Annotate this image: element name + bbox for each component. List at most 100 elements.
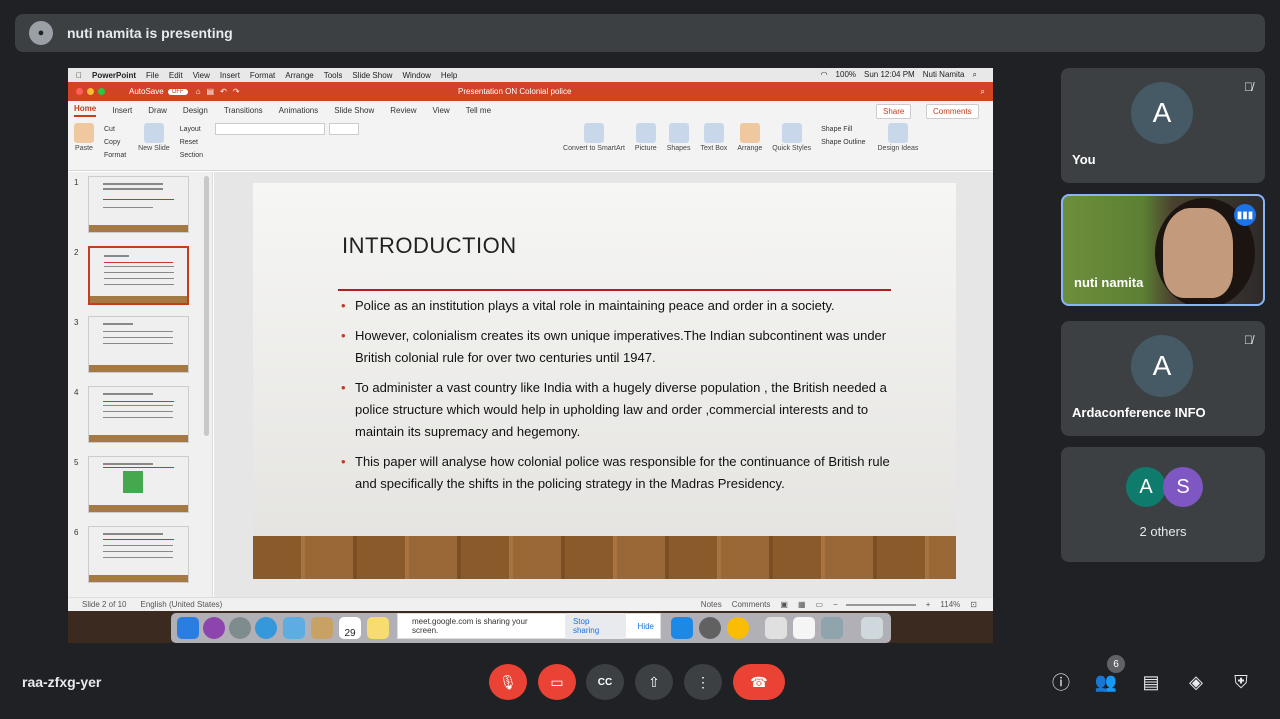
reading-view-icon[interactable]: ▭: [816, 600, 824, 609]
more-options-button[interactable]: ⋮: [684, 664, 722, 700]
home-icon[interactable]: ⌂: [196, 87, 201, 96]
hide-share-bar-button[interactable]: Hide: [632, 618, 660, 635]
slide-bullets[interactable]: Police as an institution plays a vital r…: [341, 295, 896, 503]
cut-button[interactable]: Cut: [104, 123, 126, 136]
camera-toggle-button[interactable]: ▭: [538, 664, 576, 700]
menu-tools[interactable]: Tools: [324, 71, 343, 80]
tab-transitions[interactable]: Transitions: [224, 106, 263, 115]
stop-sharing-button[interactable]: Stop sharing: [564, 613, 626, 639]
slide-thumbnail-2[interactable]: [88, 246, 189, 305]
share-button[interactable]: Share: [876, 104, 912, 119]
close-window-icon[interactable]: [76, 88, 83, 95]
participant-tile-others[interactable]: A S 2 others: [1061, 447, 1265, 562]
thumbnail-scrollbar[interactable]: [204, 176, 209, 436]
meeting-info-icon[interactable]: ⓘ: [1049, 670, 1073, 694]
participant-tile-you[interactable]: A 🎙̸ You: [1061, 68, 1265, 183]
menu-insert[interactable]: Insert: [220, 71, 240, 80]
normal-view-icon[interactable]: ▣: [780, 600, 788, 609]
slide-thumbnail-4[interactable]: [88, 386, 189, 443]
shape-outline-button[interactable]: Shape Outline: [821, 136, 865, 149]
design-ideas-button[interactable]: Design Ideas: [878, 123, 918, 152]
current-slide[interactable]: INTRODUCTION Police as an institution pl…: [253, 183, 956, 579]
siri-icon[interactable]: [203, 617, 225, 639]
menu-help[interactable]: Help: [441, 71, 457, 80]
finder-icon[interactable]: [177, 617, 199, 639]
comments-status-button[interactable]: Comments: [732, 600, 771, 609]
slide-thumbnail-5[interactable]: [88, 456, 189, 513]
search-icon[interactable]: ⌕: [981, 87, 985, 97]
shapes-button[interactable]: Shapes: [667, 123, 690, 152]
undo-icon[interactable]: ↶: [220, 87, 227, 96]
redo-icon[interactable]: ↷: [233, 87, 240, 96]
participant-tile-arda[interactable]: A 🎙̸ Ardaconference INFO: [1061, 321, 1265, 436]
contacts-icon[interactable]: [311, 617, 333, 639]
mic-toggle-button[interactable]: 🎙: [489, 664, 527, 700]
spotlight-icon[interactable]: ⌕: [973, 70, 977, 80]
autosave-toggle[interactable]: OFF: [167, 88, 188, 95]
user-name[interactable]: Nuti Namita: [923, 70, 965, 80]
menu-window[interactable]: Window: [402, 71, 430, 80]
notes-app-icon[interactable]: [367, 617, 389, 639]
format-painter-button[interactable]: Format: [104, 149, 126, 162]
text-box-button[interactable]: Text Box: [700, 123, 727, 152]
tab-animations[interactable]: Animations: [279, 106, 319, 115]
font-family-select[interactable]: [215, 123, 326, 135]
calendar-icon[interactable]: 29: [339, 617, 361, 639]
apple-icon[interactable]: : [76, 71, 82, 80]
arrange-button[interactable]: Arrange: [737, 123, 762, 152]
wifi-icon[interactable]: ◠: [821, 70, 828, 80]
menu-edit[interactable]: Edit: [169, 71, 183, 80]
activities-icon[interactable]: ◈: [1184, 670, 1208, 694]
tab-review[interactable]: Review: [390, 106, 416, 115]
sorter-view-icon[interactable]: ▦: [798, 600, 806, 609]
pages-icon[interactable]: [793, 617, 815, 639]
menu-view[interactable]: View: [193, 71, 210, 80]
menu-app-name[interactable]: PowerPoint: [92, 71, 136, 80]
zoom-slider[interactable]: [845, 603, 916, 606]
copy-button[interactable]: Copy: [104, 136, 126, 149]
picture-button[interactable]: Picture: [635, 123, 657, 152]
tab-home[interactable]: Home: [74, 104, 97, 117]
tab-design[interactable]: Design: [183, 106, 208, 115]
zoom-window-icon[interactable]: [98, 88, 105, 95]
tab-insert[interactable]: Insert: [112, 106, 132, 115]
slide-title[interactable]: INTRODUCTION: [342, 233, 517, 259]
chrome-icon[interactable]: [727, 617, 749, 639]
people-icon[interactable]: 👥: [1094, 670, 1118, 694]
slide-thumbnail-1[interactable]: [88, 176, 189, 233]
mail-icon[interactable]: [283, 617, 305, 639]
shape-fill-button[interactable]: Shape Fill: [821, 123, 865, 136]
trash-icon[interactable]: [861, 617, 883, 639]
present-button[interactable]: ⇧: [635, 664, 673, 700]
launchpad-icon[interactable]: [229, 617, 251, 639]
leave-call-button[interactable]: ☎: [733, 664, 785, 700]
clock[interactable]: Sun 12:04 PM: [864, 70, 915, 80]
minimize-window-icon[interactable]: [87, 88, 94, 95]
language-indicator[interactable]: English (United States): [140, 600, 222, 609]
zoom-in-icon[interactable]: +: [926, 600, 931, 609]
paste-button[interactable]: Paste: [74, 123, 94, 152]
app-store-icon[interactable]: [671, 617, 693, 639]
notes-button[interactable]: Notes: [701, 600, 722, 609]
convert-smartart-button[interactable]: Convert to SmartArt: [563, 123, 625, 152]
section-button[interactable]: Section: [180, 149, 203, 162]
chat-icon[interactable]: ▤: [1139, 670, 1163, 694]
system-preferences-icon[interactable]: [699, 617, 721, 639]
preview-icon[interactable]: [821, 617, 843, 639]
captions-button[interactable]: CC: [586, 664, 624, 700]
safari-icon[interactable]: [255, 617, 277, 639]
slide-thumbnail-6[interactable]: [88, 526, 189, 583]
host-controls-icon[interactable]: ⛨: [1229, 670, 1253, 694]
menu-slide-show[interactable]: Slide Show: [352, 71, 392, 80]
tab-view[interactable]: View: [433, 106, 450, 115]
zoom-level[interactable]: 114%: [940, 600, 960, 609]
font-size-select[interactable]: [329, 123, 360, 135]
participant-tile-presenter[interactable]: ▮▮▮ nuti namita: [1061, 194, 1265, 306]
tab-draw[interactable]: Draw: [148, 106, 167, 115]
comments-button[interactable]: Comments: [926, 104, 979, 119]
zoom-out-icon[interactable]: −: [833, 600, 838, 609]
quick-styles-button[interactable]: Quick Styles: [772, 123, 811, 152]
tab-tell-me[interactable]: Tell me: [466, 106, 491, 115]
slide-thumbnail-3[interactable]: [88, 316, 189, 373]
fit-slide-icon[interactable]: ⊡: [970, 600, 977, 609]
